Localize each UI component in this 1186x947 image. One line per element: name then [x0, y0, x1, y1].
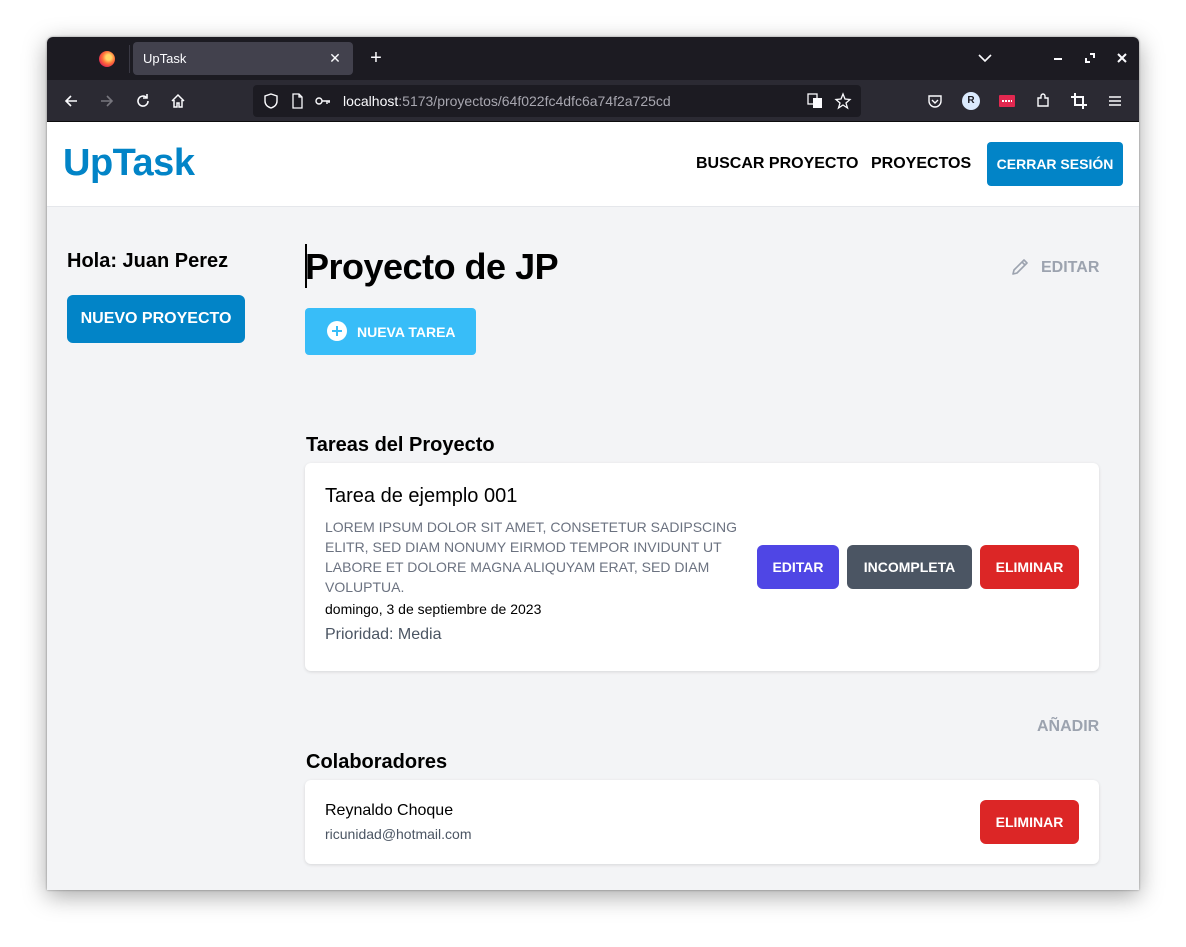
collaborator-email: ricunidad@hotmail.com [325, 826, 472, 842]
translate-icon[interactable] [805, 91, 825, 111]
back-icon[interactable] [61, 91, 81, 111]
chevron-down-icon[interactable] [975, 48, 995, 68]
bookmark-star-icon[interactable] [833, 91, 853, 111]
app-header: UpTask BUSCAR PROYECTO PROYECTOS CERRAR … [47, 122, 1139, 207]
pocket-icon[interactable] [925, 91, 945, 111]
new-tab-icon[interactable]: + [365, 47, 387, 69]
new-project-button[interactable]: NUEVO PROYECTO [67, 295, 245, 343]
task-name: Tarea de ejemplo 001 [325, 485, 518, 507]
task-date: domingo, 3 de septiembre de 2023 [325, 601, 542, 617]
collaborators-section-title: Colaboradores [306, 751, 448, 773]
task-description: LOREM IPSUM DOLOR SIT AMET, CONSETETUR S… [325, 519, 738, 595]
extensions-puzzle-icon[interactable] [1033, 91, 1053, 111]
close-tab-icon[interactable]: ✕ [325, 48, 345, 68]
key-icon[interactable] [313, 91, 333, 111]
browser-window: UpTask ✕ + localhost:5173/proyectos/64f0… [47, 37, 1139, 890]
crop-icon[interactable] [1069, 91, 1089, 111]
project-title: Proyecto de JP [305, 246, 559, 287]
plus-circle-icon [327, 321, 347, 341]
firefox-icon [99, 51, 115, 67]
home-icon[interactable] [168, 91, 188, 111]
reload-icon[interactable] [133, 91, 153, 111]
new-task-label: NUEVA TAREA [357, 324, 456, 340]
forward-icon[interactable] [97, 91, 117, 111]
task-card: Tarea de ejemplo 001 LOREM IPSUM DOLOR S… [305, 463, 1099, 671]
tab-separator [129, 45, 130, 73]
tab-bar: UpTask ✕ + [47, 37, 1139, 80]
url-text: localhost:5173/proyectos/64f022fc4dfc6a7… [343, 93, 671, 109]
logout-button[interactable]: CERRAR SESIÓN [987, 142, 1123, 186]
page-icon [292, 93, 303, 109]
page-content: UpTask BUSCAR PROYECTO PROYECTOS CERRAR … [47, 122, 1139, 890]
tasks-section-title: Tareas del Proyecto [306, 434, 495, 456]
maximize-icon[interactable] [1080, 48, 1100, 68]
task-priority: Prioridad: Media [325, 626, 442, 643]
add-collaborator-link[interactable]: AÑADIR [1037, 718, 1099, 736]
tab-title: UpTask [143, 51, 187, 66]
minimize-icon[interactable] [1048, 48, 1068, 68]
pencil-icon [1012, 259, 1028, 275]
greeting: Hola: Juan Perez [67, 250, 229, 272]
new-task-button[interactable]: NUEVA TAREA [305, 308, 476, 355]
nav-link-proyectos[interactable]: PROYECTOS [871, 155, 971, 173]
edit-project-label: EDITAR [1041, 259, 1100, 276]
extension-r-icon[interactable]: R [962, 92, 980, 110]
navigation-toolbar: localhost:5173/proyectos/64f022fc4dfc6a7… [47, 80, 1139, 122]
shield-icon[interactable] [261, 91, 281, 111]
delete-task-button[interactable]: ELIMINAR [980, 545, 1079, 589]
delete-collaborator-button[interactable]: ELIMINAR [980, 800, 1079, 844]
app-logo[interactable]: UpTask [63, 142, 195, 185]
nav-link-buscar-proyecto[interactable]: BUSCAR PROYECTO [696, 155, 858, 173]
menu-icon[interactable] [1105, 91, 1125, 111]
collaborator-card: Reynaldo Choque ricunidad@hotmail.com EL… [305, 780, 1099, 864]
extension-red-icon[interactable] [997, 91, 1017, 111]
url-host: localhost [343, 93, 399, 109]
url-path: :5173/proyectos/64f022fc4dfc6a74f2a725cd [398, 93, 671, 109]
task-status-button[interactable]: INCOMPLETA [847, 545, 972, 589]
address-bar[interactable]: localhost:5173/proyectos/64f022fc4dfc6a7… [253, 85, 861, 117]
close-window-icon[interactable] [1112, 48, 1132, 68]
edit-task-button[interactable]: EDITAR [757, 545, 839, 589]
collaborator-name: Reynaldo Choque [325, 802, 454, 819]
browser-tab[interactable]: UpTask ✕ [133, 42, 353, 75]
